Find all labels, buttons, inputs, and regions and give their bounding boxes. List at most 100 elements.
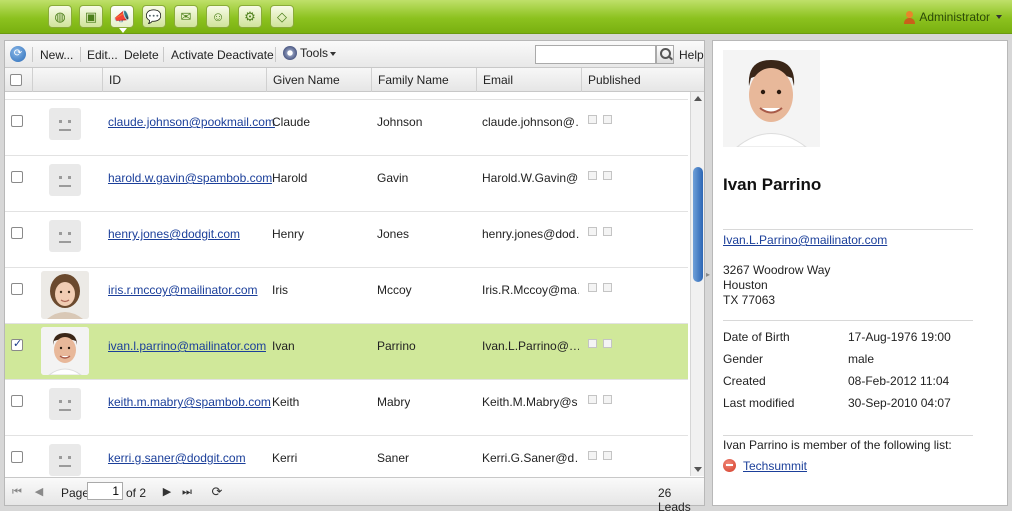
male-portrait-image [41,327,89,375]
gender-value: male [848,352,875,366]
tools-menu-button[interactable]: Tools [283,46,337,60]
female-portrait-image [41,271,89,319]
edit-button[interactable]: Edit... [87,48,118,62]
lead-id-link[interactable]: keith.m.mabry@spambob.com [108,395,271,409]
published-checkbox[interactable] [588,339,597,348]
delete-button[interactable]: Delete [124,48,159,62]
lead-detail-panel: Ivan Parrino Ivan.L.Parrino@mailinator.c… [712,40,1008,506]
row-checkbox[interactable] [11,283,23,295]
lead-id-link[interactable]: iris.r.mccoy@mailinator.com [108,283,258,297]
published-checkbox[interactable] [603,283,612,292]
row-checkbox[interactable] [11,451,23,463]
avatar-placeholder [49,164,81,196]
lead-id-link[interactable]: kerri.g.saner@dodgit.com [108,451,246,465]
table-row[interactable]: iris.r.mccoy@mailinator.com Iris Mccoy I… [5,268,688,324]
published-checkbox[interactable] [603,171,612,180]
published-checkbox[interactable] [603,395,612,404]
previous-page-icon[interactable]: ◀ [33,486,45,498]
avatar-placeholder [49,388,81,420]
settings-icon[interactable]: ⚙ [238,5,262,28]
lead-id-link[interactable]: claude.johnson@pookmail.com [108,115,275,129]
given-name-cell: Claude [272,115,311,129]
user-menu[interactable]: Administrator [904,10,1002,24]
address-street: 3267 Woodrow Way [723,263,831,277]
deactivate-button[interactable]: Deactivate [217,48,274,62]
help-button[interactable]: Help [679,48,704,62]
row-checkbox[interactable] [11,115,23,127]
table-row-selected[interactable]: ivan.l.parrino@mailinator.com Ivan Parri… [5,324,688,380]
table-row[interactable] [5,92,688,100]
published-checkbox[interactable] [588,395,597,404]
dob-label: Date of Birth [723,330,790,344]
published-checkbox[interactable] [603,115,612,124]
table-row[interactable]: harold.w.gavin@spambob.com Harold Gavin … [5,156,688,212]
lead-email-link[interactable]: Ivan.L.Parrino@mailinator.com [723,233,887,247]
scroll-up-icon[interactable] [694,96,702,101]
chevron-down-icon [996,15,1002,19]
published-checkbox[interactable] [588,227,597,236]
toolbar-divider [163,47,164,62]
gender-label: Gender [723,352,764,366]
row-checkbox[interactable] [11,171,23,183]
reload-icon[interactable]: ⟳ [211,485,223,498]
lead-id-link[interactable]: ivan.l.parrino@mailinator.com [108,339,266,353]
table-row[interactable]: claude.johnson@pookmail.com Claude Johns… [5,100,688,156]
grid-header: ID Given Name Family Name Email Publishe… [5,68,704,92]
mail-icon[interactable]: ✉ [174,5,198,28]
dob-value: 17-Aug-1976 19:00 [848,330,951,344]
created-label: Created [723,374,766,388]
lead-id-link[interactable]: harold.w.gavin@spambob.com [108,171,272,185]
scroll-down-icon[interactable] [694,467,702,472]
panel-splitter-handle[interactable]: ▸ [706,270,711,282]
column-header-email[interactable]: Email [476,68,581,92]
table-row[interactable]: henry.jones@dodgit.com Henry Jones henry… [5,212,688,268]
lead-id-link[interactable]: henry.jones@dodgit.com [108,227,240,241]
list-link-techsummit[interactable]: Techsummit [743,459,807,473]
published-checkbox[interactable] [588,451,597,460]
last-page-icon[interactable]: ⏭ [181,486,193,498]
published-checkbox[interactable] [603,227,612,236]
table-row[interactable]: kerri.g.saner@dodgit.com Kerri Saner Ker… [5,436,688,476]
refresh-icon[interactable]: ⟳ [10,46,26,62]
lead-photo [723,50,820,147]
chat-icon[interactable]: 💬 [142,5,166,28]
remove-from-list-icon[interactable] [723,459,736,472]
published-checkbox[interactable] [603,451,612,460]
new-button[interactable]: New... [40,48,73,62]
column-header-given-name[interactable]: Given Name [266,68,371,92]
email-cell: Keith.M.Mabry@s… [482,395,579,409]
first-page-icon[interactable]: ⏮ [11,486,23,498]
search-icon[interactable] [656,45,674,64]
vertical-scrollbar[interactable] [690,92,704,476]
published-checkbox[interactable] [588,171,597,180]
column-header-published[interactable]: Published [581,68,688,92]
globe-icon[interactable]: ◍ [48,5,72,28]
camera-icon[interactable]: ▣ [79,5,103,28]
email-cell: Ivan.L.Parrino@… [482,339,579,353]
row-checkbox-checked[interactable] [11,337,23,351]
column-header-id[interactable]: ID [102,68,266,92]
tag-icon[interactable]: ◇ [270,5,294,28]
next-page-icon[interactable]: ▶ [161,486,173,498]
given-name-cell: Harold [272,171,308,185]
email-cell: Harold.W.Gavin@… [482,171,579,185]
published-checkbox[interactable] [588,115,597,124]
campaign-icon[interactable]: 📣 [110,5,134,33]
page-number-input[interactable] [87,482,123,500]
users-icon[interactable]: ☺ [206,5,230,28]
activate-button[interactable]: Activate [171,48,214,62]
family-name-cell: Mccoy [377,283,412,297]
given-name-cell: Ivan [272,339,295,353]
page-total: of 2 [126,486,147,500]
row-checkbox[interactable] [11,227,23,239]
published-checkbox[interactable] [603,339,612,348]
published-checkbox[interactable] [588,283,597,292]
table-row[interactable]: keith.m.mabry@spambob.com Keith Mabry Ke… [5,380,688,436]
row-checkbox[interactable] [11,395,23,407]
given-name-cell: Keith [272,395,300,409]
toolbar-divider [80,47,81,62]
column-header-family-name[interactable]: Family Name [371,68,476,92]
search-input[interactable] [535,45,656,64]
select-all-checkbox[interactable] [10,74,22,86]
scrollbar-thumb[interactable] [693,167,703,282]
